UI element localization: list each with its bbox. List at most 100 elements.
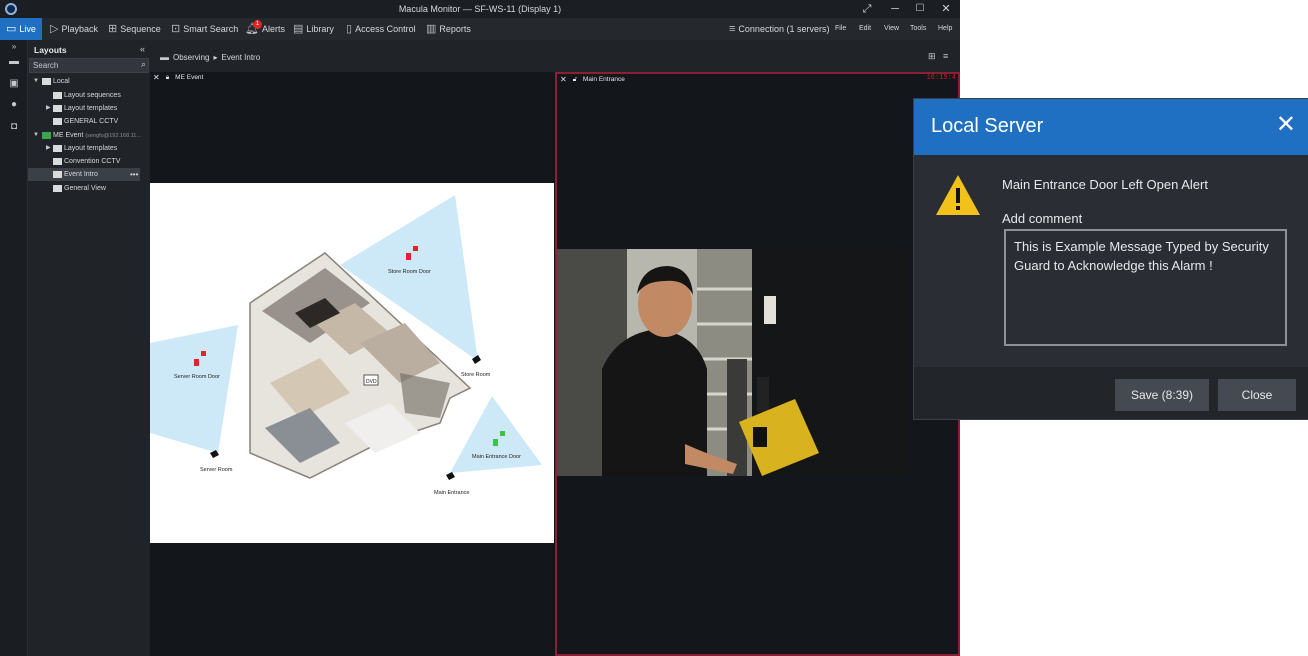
layout-icon: ▬ — [160, 52, 169, 62]
layouts-icon[interactable]: ▬ — [8, 56, 20, 68]
fullscreen-icon[interactable]: ⤢ — [860, 2, 874, 16]
more-options-icon[interactable]: ••• — [130, 168, 138, 181]
reports-tab[interactable]: ▥ Reports — [426, 18, 471, 40]
side-rail: » ▬ ▣ ● ◘ — [0, 40, 28, 656]
layouts-header: Layouts — [34, 45, 67, 55]
folder-icon — [53, 145, 62, 152]
maximize-icon[interactable]: ☐ — [913, 2, 927, 16]
close-window-icon[interactable]: ✕ — [939, 2, 953, 16]
alerts-tab[interactable]: 🔔︎ 1 Alerts — [245, 18, 285, 40]
lock-icon[interactable]: 🔒︎ — [166, 72, 169, 84]
door-icon: ▯ — [346, 23, 353, 35]
dialog-header: Local Server ✕ — [914, 99, 1308, 155]
tree-item-layout-sequences[interactable]: Layout sequences — [28, 89, 150, 102]
smart-search-tab[interactable]: ⊡ Smart Search — [171, 18, 238, 40]
store-room-door-locked-marker[interactable] — [406, 253, 411, 260]
tree-item-label: Layout sequences — [64, 92, 121, 99]
store-room-door-label: Store Room Door — [388, 269, 431, 275]
playback-tab[interactable]: ▷ Playback — [50, 18, 98, 40]
folder-icon — [42, 78, 51, 85]
server-room-label: Server Room — [200, 467, 233, 473]
breadcrumb-root[interactable]: Observing — [173, 53, 209, 62]
minimize-icon[interactable]: ─ — [888, 2, 902, 16]
connection-button[interactable]: ≡ Connection (1 servers) — [729, 18, 829, 40]
reports-label: Reports — [439, 24, 471, 34]
tree-item-general-view[interactable]: General View — [28, 182, 150, 195]
unlock-icon[interactable]: 🔓︎ — [573, 74, 577, 86]
expand-panel-icon[interactable]: » — [8, 41, 20, 53]
tree-item-layout-templates-2[interactable]: ▶ Layout templates — [28, 142, 150, 155]
warning-icon — [936, 175, 980, 215]
alert-message: Main Entrance Door Left Open Alert — [1002, 177, 1208, 192]
tree-item-local[interactable]: ▼ Local — [28, 75, 150, 88]
main-entrance-door-unlocked-marker[interactable] — [493, 439, 498, 446]
collapse-arrow-icon[interactable]: ▼ — [33, 129, 39, 142]
chart-icon: ▥ — [426, 23, 437, 35]
floor-plan-map[interactable]: DVD Store Room Door Server Room Door Sto… — [150, 183, 554, 543]
pane-title: ME Event — [175, 74, 204, 81]
search-icon[interactable]: ⌕ — [141, 59, 146, 70]
collapse-arrow-icon[interactable]: ▼ — [33, 75, 39, 88]
comment-textarea[interactable]: This is Example Message Typed by Securit… — [1004, 229, 1287, 346]
tree-item-general-cctv[interactable]: GENERAL CCTV — [28, 115, 150, 128]
tree-item-label: Layout templates — [64, 105, 118, 112]
main-entrance-fov — [450, 396, 542, 473]
server-icon — [42, 132, 51, 139]
smart-search-icon: ⊡ — [171, 23, 181, 35]
comment-label: Add comment — [1002, 211, 1083, 226]
connection-label: Connection (1 servers) — [738, 24, 830, 34]
views-icon[interactable]: ◘ — [8, 121, 20, 133]
edit-menu[interactable]: Edit — [859, 18, 871, 40]
chevron-right-icon: ▸ — [213, 52, 218, 62]
close-button[interactable]: Close — [1218, 379, 1296, 411]
title-bar: Macula Monitor — SF-WS-11 (Display 1) ⤢ … — [0, 0, 960, 18]
server-room-door-label: Server Room Door — [174, 374, 220, 380]
main-toolbar: ▭ Live ▷ Playback ⊞ Sequence ⊡ Smart Sea… — [0, 18, 960, 40]
window-title: Macula Monitor — SF-WS-11 (Display 1) — [398, 4, 562, 14]
breadcrumb-bar: ▬ Observing ▸ Event Intro ⊞ ≡ — [150, 40, 960, 72]
layout-icon — [53, 171, 62, 178]
main-entrance-label: Main Entrance — [434, 490, 470, 496]
tree-item-layout-templates[interactable]: ▶ Layout templates — [28, 102, 150, 115]
monitor-icon: ▭ — [6, 23, 17, 35]
library-tab[interactable]: ▤ Library — [293, 18, 334, 40]
breadcrumb: ▬ Observing ▸ Event Intro — [160, 52, 260, 62]
globe-icon[interactable]: ● — [8, 99, 20, 111]
tree-item-label: ME Event — [53, 132, 84, 139]
tree-item-me-event[interactable]: ▼ ME Event (sengfu@192.168.11... — [28, 129, 150, 142]
tree-item-label: GENERAL CCTV — [64, 118, 119, 125]
play-icon: ▷ — [50, 23, 59, 35]
tree-item-convention-cctv[interactable]: Convention CCTV — [28, 155, 150, 168]
collapse-panel-icon[interactable]: « — [140, 44, 145, 54]
file-menu[interactable]: File — [835, 18, 846, 40]
expand-arrow-icon[interactable]: ▶ — [46, 102, 51, 115]
expand-arrow-icon[interactable]: ▶ — [46, 142, 51, 155]
tools-menu[interactable]: Tools — [910, 18, 926, 40]
alerts-badge: 1 — [253, 20, 262, 29]
menu-icon[interactable]: ≡ — [943, 51, 948, 61]
tree-item-event-intro[interactable]: Event Intro ••• — [28, 168, 140, 181]
layout-settings-icon[interactable]: ⊞ — [928, 51, 936, 62]
help-menu[interactable]: Help — [938, 18, 952, 40]
layout-icon — [53, 118, 62, 125]
camera-video-feed[interactable] — [557, 249, 910, 476]
save-button[interactable]: Save (8:39) — [1115, 379, 1209, 411]
live-tab[interactable]: ▭ Live — [0, 18, 42, 40]
close-pane-icon[interactable]: ✕ — [560, 74, 567, 86]
view-menu[interactable]: View — [884, 18, 899, 40]
close-dialog-icon[interactable]: ✕ — [1276, 113, 1296, 137]
cameras-icon[interactable]: ▣ — [8, 78, 20, 90]
close-pane-icon[interactable]: ✕ — [153, 72, 160, 84]
store-room-lock-icon — [413, 246, 418, 251]
server-room-door-locked-marker[interactable] — [194, 359, 199, 366]
server-room-lock-icon — [201, 351, 206, 356]
layouts-search-input[interactable] — [29, 58, 149, 73]
tree-item-label: Layout templates — [64, 145, 118, 152]
main-entrance-door-label: Main Entrance Door — [472, 454, 521, 460]
server-address: (sengfu@192.168.11... — [85, 133, 141, 139]
sequence-tab[interactable]: ⊞ Sequence — [108, 18, 161, 40]
main-entrance-camera-icon[interactable] — [446, 472, 455, 480]
tree-item-label: Event Intro — [64, 171, 98, 178]
main-entrance-unlock-icon — [500, 431, 505, 436]
access-control-tab[interactable]: ▯ Access Control — [346, 18, 416, 40]
